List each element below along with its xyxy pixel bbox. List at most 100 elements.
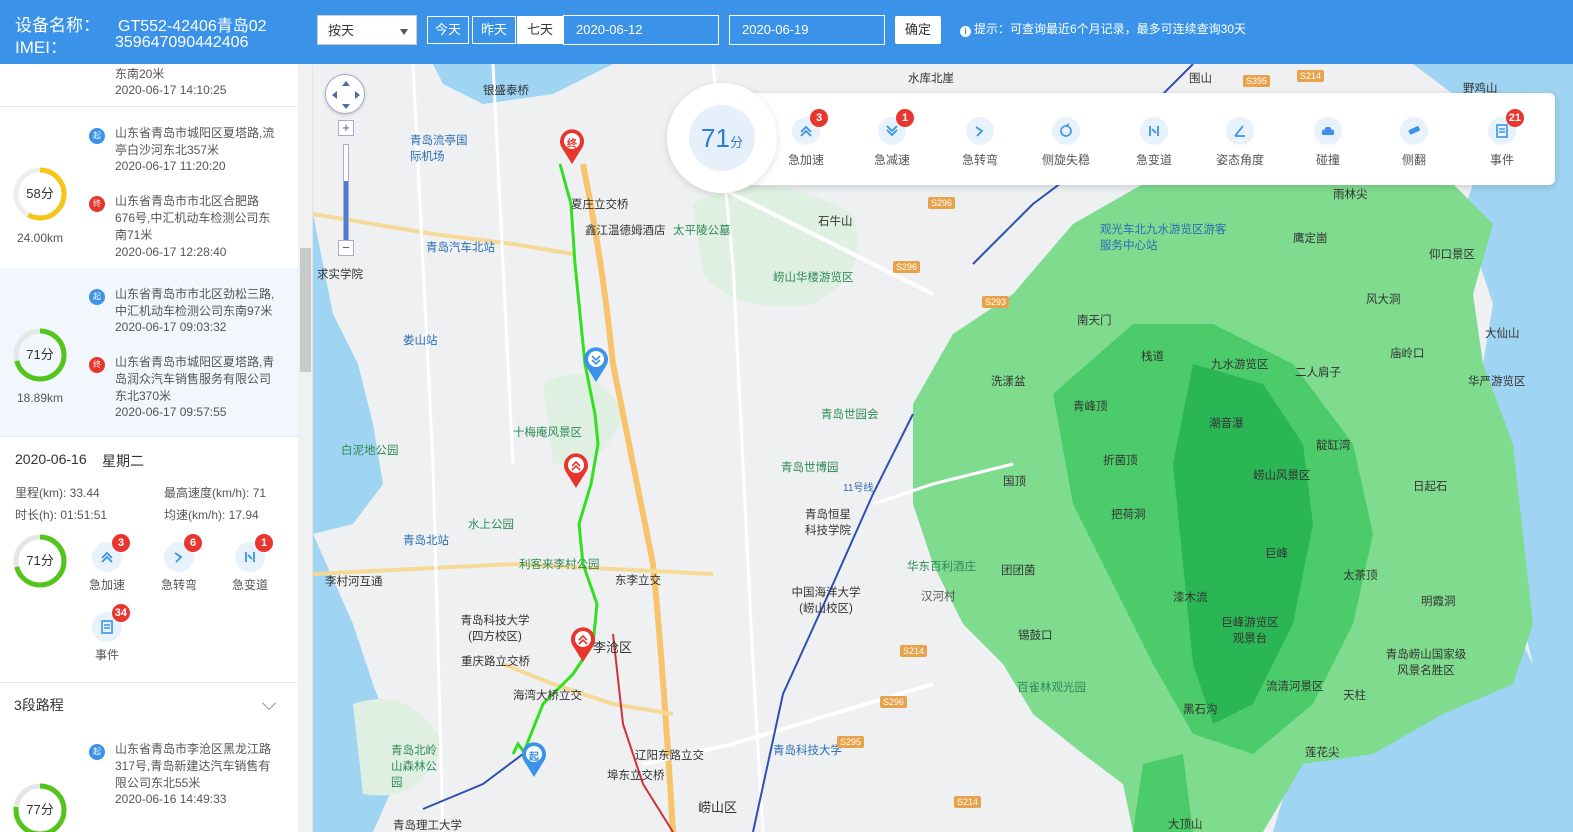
event-label: 急减速 [873,153,910,167]
map-label: 埠东立交桥 [607,770,665,782]
end-date-input[interactable]: 2020-06-19 [729,15,885,45]
map-label: 日起石 [1413,481,1448,493]
map-label: 巨峰游览区观景台 [1221,617,1279,645]
seven-days-button[interactable]: 七天 [517,16,563,44]
card-event-accel[interactable]: 3 急加速 [771,109,841,168]
map-label: 十梅庵风景区 [513,427,582,439]
rollover-icon [1400,117,1428,145]
road-tag: S296 [928,197,956,209]
event-all[interactable]: 34 事件 [82,604,132,663]
day-mileage: 里程(km): 33.44 [15,486,100,500]
mode-select[interactable]: 按天 [317,15,417,45]
end-marker-icon: 终 [89,196,105,212]
road-tag: S214 [900,645,928,657]
zoom-in-button[interactable]: + [338,120,354,136]
mode-select-value: 按天 [328,23,355,38]
map-label: 洗漾盆 [991,376,1026,388]
map-label: 潮音瀑 [1209,418,1244,430]
card-event-collision[interactable]: 碰撞 [1293,117,1363,168]
total-score-unit: 分 [729,135,743,150]
event-label: 侧翻 [1401,153,1426,167]
accel-event-marker-icon[interactable] [561,450,591,490]
event-label: 碰撞 [1315,153,1340,167]
zoom-slider[interactable] [343,144,349,244]
map-label: 庙岭口 [1390,348,1425,360]
event-label: 急转弯 [160,578,197,592]
road-tag: S295 [837,736,865,748]
today-button[interactable]: 今天 [427,16,469,44]
decel-event-marker-icon[interactable] [581,344,611,384]
map-label: 青岛世博园 [781,462,839,474]
trip-list-panel: 东南20米 2020-06-17 14:10:25 起 山东省青岛市城阳区夏塔路… [0,64,313,832]
map-label: 东李立交 [615,575,661,587]
end-marker-icon: 终 [89,357,105,373]
card-event-all[interactable]: 21 事件 [1467,109,1537,168]
map-label: 夏庄立交桥 [571,199,629,211]
end-pin-label: 终 [567,139,577,150]
map-label: 莲花尖 [1305,747,1340,759]
map-label: 大仙山 [1485,328,1520,340]
map-label: 青岛科技大学 [773,745,842,757]
turn-icon [966,117,994,145]
driving-score-card: 71分 3 急加速 1 急减速 急转弯 侧旋失稳 急变道 姿态角度 碰撞 侧翻 … [667,83,1555,193]
card-event-lane-change[interactable]: 急变道 [1119,117,1189,168]
total-score: 71分 [667,83,777,193]
event-label: 急变道 [1135,153,1172,167]
event-lane-change[interactable]: 1 急变道 [225,534,275,593]
card-event-spin[interactable]: 侧旋失稳 [1031,117,1101,168]
map-label: 大顶山 [1168,819,1203,831]
map-label: 华东百利酒庄 [907,561,976,573]
map-pan-control[interactable] [325,74,365,114]
map-label: 鹰定崮 [1293,233,1328,245]
day-score: 71分 [26,553,54,568]
trip-end-address: 山东省青岛市市北区合肥路676号,中汇机动车检测公司东南71米 [115,194,271,242]
event-label: 姿态角度 [1215,153,1264,167]
map-label: 把荷洞 [1111,509,1146,521]
event-turn[interactable]: 6 急转弯 [154,534,204,593]
spin-icon [1052,117,1080,145]
total-score-value: 71 [701,123,730,153]
chevron-down-icon[interactable] [261,695,277,711]
event-label: 事件 [1489,153,1514,167]
road-tag: S293 [982,296,1010,308]
event-accel[interactable]: 3 急加速 [82,534,132,593]
map-label: 鑫江温德姆酒店 [585,225,666,237]
card-event-rollover[interactable]: 侧翻 [1379,117,1449,168]
map-label: 观光车北九水游览区游客服务中心站 [1100,224,1227,252]
card-event-angle[interactable]: 姿态角度 [1205,117,1275,168]
accel-icon: 3 [792,109,828,145]
start-date-input[interactable]: 2020-06-12 [563,15,719,45]
top-bar: 设备名称： GT552-42406青岛02 IMEI： 359647090442… [0,0,1573,64]
map-label: 华严游览区 [1468,376,1526,388]
map-label: 水库北崖 [908,73,954,85]
road-tag: S296 [893,261,921,273]
start-marker-icon: 起 [89,289,105,305]
turn-icon: 6 [164,534,202,572]
count-badge: 3 [810,109,828,127]
card-event-decel[interactable]: 1 急减速 [857,109,927,168]
map-label: 太平陵公墓 [673,225,731,237]
scrollbar-thumb[interactable] [300,248,311,372]
confirm-button[interactable]: 确定 [895,16,941,44]
map-label: 栈道 [1141,351,1164,363]
trip-distance: 18.89km [16,391,64,405]
map-label: 青岛科技大学(四方校区) [460,615,530,643]
road-tag: S395 [1243,75,1271,87]
collision-icon [1314,117,1342,145]
yesterday-button[interactable]: 昨天 [472,16,516,44]
trip-start-time: 2020-06-17 11:20:20 [115,159,226,173]
map-label: 九水游览区 [1211,359,1269,371]
count-badge: 21 [1505,109,1524,127]
event-label: 侧旋失稳 [1041,153,1090,167]
trip-end-time: 2020-06-17 12:28:40 [115,245,227,259]
zoom-out-button[interactable]: − [338,240,354,256]
scrollbar-track[interactable] [298,64,312,832]
map-label: 水上公园 [468,519,514,531]
card-event-turn[interactable]: 急转弯 [945,117,1015,168]
count-badge: 1 [255,534,273,552]
count-badge: 1 [896,109,914,127]
count-badge: 34 [111,604,130,622]
tip-label: 提示：可查询最近6个月记录，最多可连续查询30天 [974,22,1247,36]
event-icon: 34 [92,604,130,642]
map-label: 辽阳东路立交 [635,750,704,762]
